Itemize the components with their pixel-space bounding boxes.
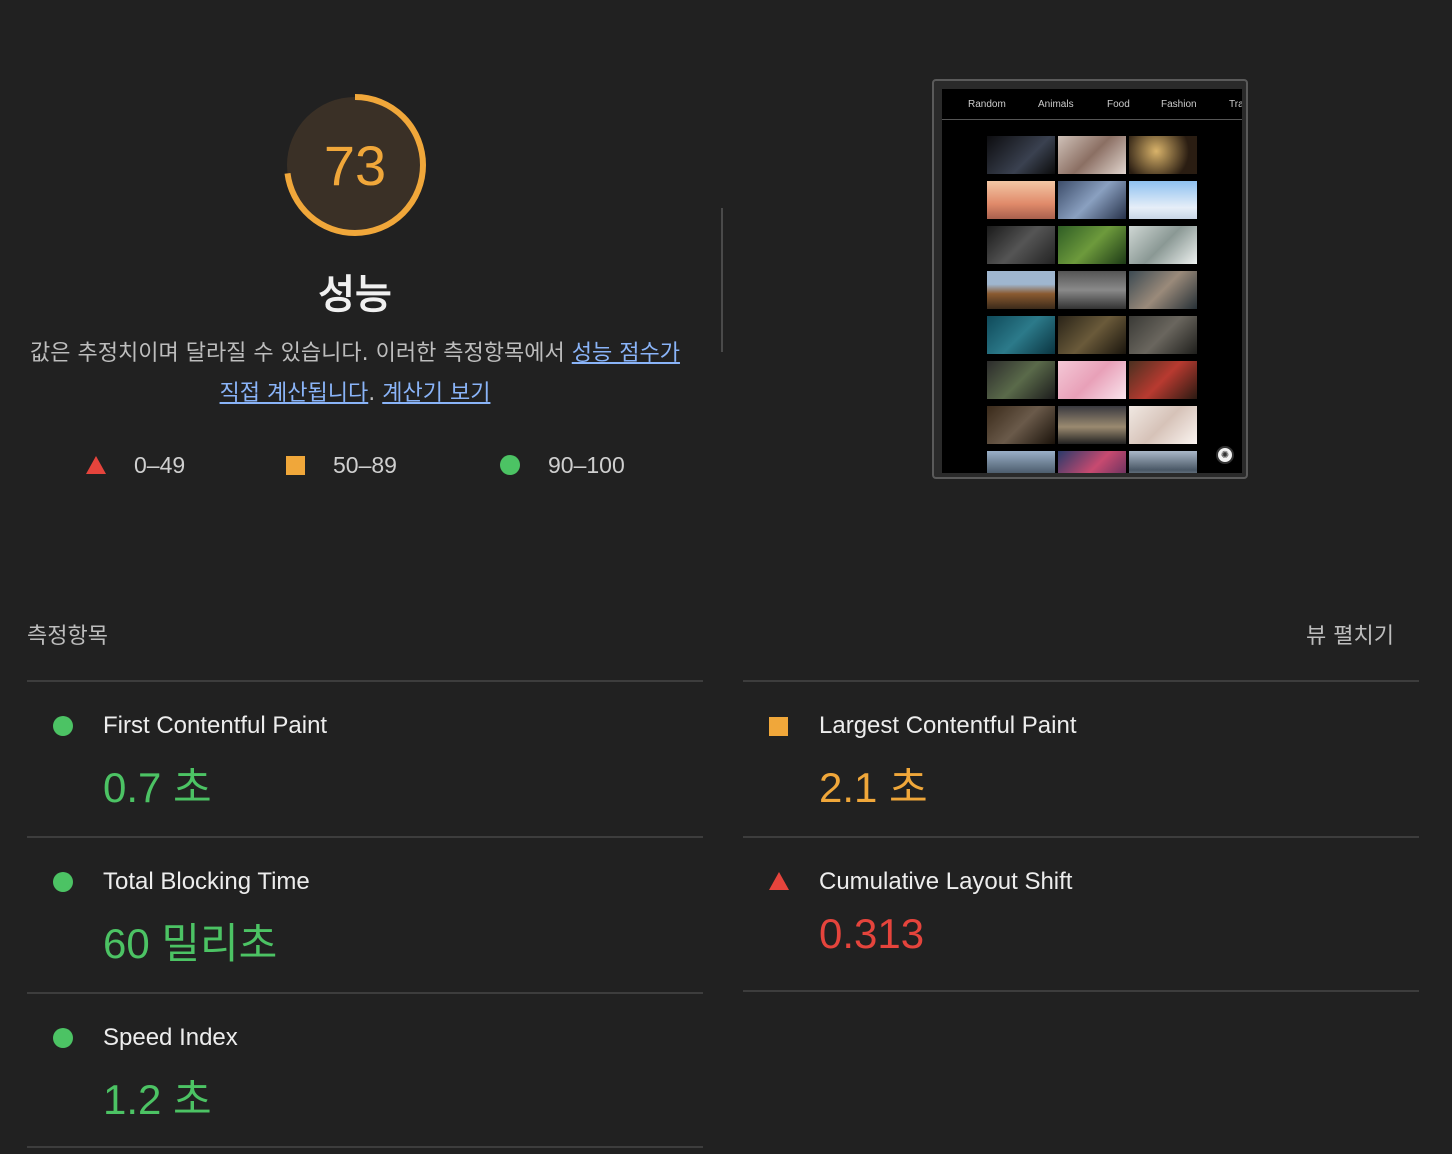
- screenshot-nav: Random Animals Food Fashion Tra: [942, 89, 1242, 120]
- screenshot-nav-item: Random: [968, 99, 1006, 110]
- description-text: 값은 추정치이며 달라질 수 있습니다. 이러한 측정항목에서: [30, 341, 572, 366]
- screenshot-nav-item: Animals: [1038, 99, 1074, 110]
- triangle-fail-icon: [769, 872, 789, 890]
- screenshot-thumbnail: [1058, 136, 1126, 174]
- screenshot-thumbnail: [987, 361, 1055, 399]
- metric-total-blocking-time: Total Blocking Time 60 밀리초: [27, 838, 703, 994]
- metrics-divider: [743, 990, 1419, 992]
- legend-average: 50–89: [286, 448, 397, 482]
- metrics-heading: 측정항목: [27, 624, 108, 649]
- legend-pass-label: 90–100: [548, 451, 625, 478]
- screenshot-thumbnail: [1058, 181, 1126, 219]
- screenshot-thumbnail: [1058, 316, 1126, 354]
- screenshot-thumbnail: [987, 136, 1055, 174]
- circle-pass-icon: [53, 1028, 73, 1048]
- square-average-icon: [286, 455, 305, 475]
- circle-pass-icon: [500, 455, 520, 475]
- screenshot-thumbnail: [987, 226, 1055, 264]
- metric-value: 1.2 초: [103, 1076, 212, 1123]
- screenshot-thumbnail: [1058, 271, 1126, 309]
- metrics-divider: [27, 1146, 703, 1148]
- metric-first-contentful-paint: First Contentful Paint 0.7 초: [27, 682, 703, 838]
- openai-logo-icon: ✺: [1216, 446, 1234, 464]
- screenshot-thumbnail: [1129, 226, 1197, 264]
- metric-value: 60 밀리초: [103, 920, 278, 967]
- screenshot-thumbnail: [987, 406, 1055, 444]
- screenshot-thumbnail: [1129, 406, 1197, 444]
- screenshot-thumbnail: [1129, 361, 1197, 399]
- circle-pass-icon: [53, 716, 73, 736]
- screenshot-thumbnail: [1058, 226, 1126, 264]
- description-separator: .: [368, 381, 383, 406]
- screenshot-thumbnail: [1129, 451, 1197, 473]
- metric-value: 2.1 초: [819, 764, 928, 811]
- screenshot-nav-item: Fashion: [1161, 99, 1197, 110]
- screenshot-thumbnail: [1129, 181, 1197, 219]
- legend-fail: 0–49: [86, 448, 185, 482]
- screenshot-nav-item: Food: [1107, 99, 1130, 110]
- metric-cumulative-layout-shift: Cumulative Layout Shift 0.313: [743, 838, 1419, 994]
- square-average-icon: [769, 717, 788, 736]
- screenshot-thumbnail: [987, 451, 1055, 473]
- screenshot-nav-item: Tra: [1229, 99, 1242, 110]
- screenshot-thumbnail: [1129, 136, 1197, 174]
- vertical-divider: [721, 208, 723, 352]
- metric-name: Largest Contentful Paint: [819, 712, 1077, 739]
- legend-fail-label: 0–49: [134, 451, 186, 478]
- expand-view-toggle[interactable]: 뷰 펼치기: [1306, 618, 1394, 650]
- screenshot-thumbnail: [987, 271, 1055, 309]
- metric-value: 0.313: [819, 910, 925, 957]
- screenshot-thumbnail: [987, 316, 1055, 354]
- screenshot-page: Random Animals Food Fashion Tra ✺: [942, 89, 1242, 473]
- legend-average-label: 50–89: [333, 451, 397, 478]
- metric-largest-contentful-paint: Largest Contentful Paint 2.1 초: [743, 682, 1419, 838]
- final-screenshot[interactable]: Random Animals Food Fashion Tra ✺: [932, 79, 1248, 479]
- screenshot-thumbnail: [1129, 271, 1197, 309]
- screenshot-thumbnail: [1058, 451, 1126, 473]
- category-title: 성능: [318, 272, 392, 318]
- performance-score: 73: [323, 133, 387, 197]
- screenshot-thumbnail: [1129, 316, 1197, 354]
- metric-name: Cumulative Layout Shift: [819, 868, 1073, 895]
- screenshot-thumbnail: [1058, 361, 1126, 399]
- calculator-link[interactable]: 계산기 보기: [382, 381, 490, 406]
- screenshot-thumbnail: [1058, 406, 1126, 444]
- triangle-fail-icon: [86, 456, 106, 474]
- category-description: 값은 추정치이며 달라질 수 있습니다. 이러한 측정항목에서 성능 점수가 직…: [30, 334, 680, 414]
- metric-speed-index: Speed Index 1.2 초: [27, 994, 703, 1150]
- metric-name: Speed Index: [103, 1024, 238, 1051]
- legend-pass: 90–100: [500, 448, 625, 482]
- screenshot-thumbnail: [987, 181, 1055, 219]
- metric-name: Total Blocking Time: [103, 868, 310, 895]
- circle-pass-icon: [53, 872, 73, 892]
- metric-name: First Contentful Paint: [103, 712, 328, 739]
- metric-value: 0.7 초: [103, 764, 212, 811]
